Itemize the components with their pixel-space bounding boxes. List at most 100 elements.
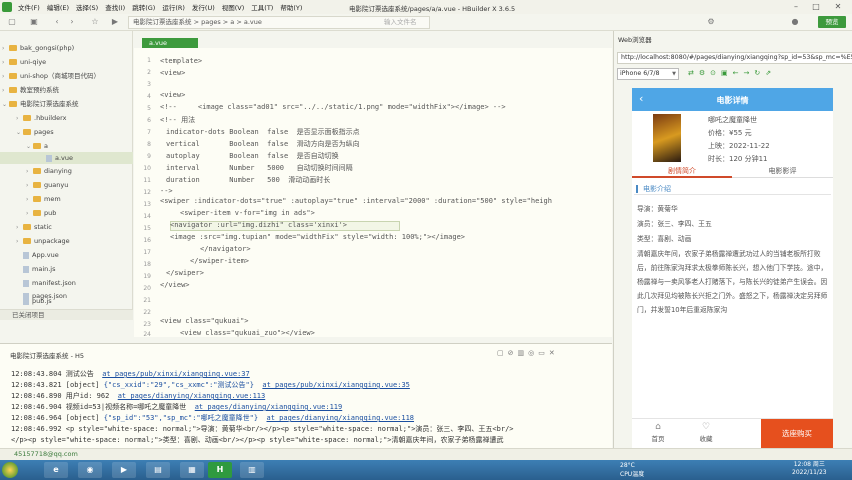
folder-taskbar-icon[interactable]: ▤ xyxy=(146,462,170,478)
tree-item-uni-shop[interactable]: › uni-shop（商城项目代码） xyxy=(0,70,133,82)
system-tray[interactable]: 28°C CPU温度 xyxy=(620,462,644,478)
line-number: 2 xyxy=(147,69,151,76)
menu-publish[interactable]: 发行(U) xyxy=(192,2,215,12)
url-bar[interactable]: http://localhost:8080/#/pages/dianying/x… xyxy=(617,52,852,64)
tree-item-a[interactable]: ⌄ a xyxy=(0,140,133,152)
project-tree: › bak_gongsi(php) › uni-qiye › uni-shop（商城项… xyxy=(0,31,133,309)
tree-item-mem[interactable]: › mem xyxy=(0,193,133,205)
movie-name: 哪吒之魔童降世 xyxy=(708,116,757,124)
tabbar-home[interactable]: ⌂ 首页 xyxy=(638,422,678,443)
source-link[interactable]: at pages/dianying/xiangqing.vue:118 xyxy=(267,414,415,422)
object-preview[interactable]: {"cs_xxid":"29","cs_xxmc":"测试公告"} xyxy=(104,381,254,389)
browser-toolbar-icons[interactable]: ⇄⚙⊙▣←→↻⇗ xyxy=(688,69,776,77)
tree-item-static[interactable]: › static xyxy=(0,221,133,233)
chevron-right-icon: › xyxy=(26,196,29,203)
line-number: 5 xyxy=(147,105,151,112)
tab-reviews[interactable]: 电影影评 xyxy=(732,166,833,178)
console-toolbar-icons[interactable]: ▢⊘▥◎▭✕ xyxy=(497,349,559,357)
console-panel: 电影院订票选座系统 - H5 ▢⊘▥◎▭✕ 12:08:43.804 测试公告 … xyxy=(0,343,612,460)
minimize-icon[interactable]: – xyxy=(788,0,804,14)
tree-item-a-vue[interactable]: a.vue xyxy=(0,152,133,164)
tab-a-vue[interactable]: a.vue xyxy=(142,38,198,48)
tree-item-label: pub xyxy=(44,209,57,217)
tree-item-dianying[interactable]: › dianying xyxy=(0,165,133,177)
tree-item-manifest[interactable]: manifest.json xyxy=(0,277,133,289)
console-title: 电影院订票选座系统 - H5 xyxy=(10,352,85,360)
tree-item-classroom[interactable]: › 教室预约系统 xyxy=(0,84,133,96)
tree-item-unpackage[interactable]: › unpackage xyxy=(0,235,133,247)
back-icon[interactable]: ‹ xyxy=(52,17,62,27)
tree-item-hbuilderx[interactable]: › .hbuilderx xyxy=(0,112,133,124)
menu-edit[interactable]: 编辑(E) xyxy=(47,2,69,12)
line-number: 18 xyxy=(143,261,151,268)
app-taskbar-icon[interactable]: ▦ xyxy=(180,462,204,478)
js-file-icon xyxy=(23,265,29,273)
preview-button[interactable]: 预览 xyxy=(818,16,846,28)
menu-select[interactable]: 选择(S) xyxy=(76,2,98,12)
source-link[interactable]: at pages/dianying/xiangqing.vue:119 xyxy=(195,403,343,411)
object-preview[interactable]: {"sp_id":"53","sp_mc":"哪吒之魔童降世"} xyxy=(104,414,258,422)
vue-file-icon xyxy=(46,154,52,162)
tree-item-pub[interactable]: › pub xyxy=(0,207,133,219)
tree-item-cinema-project[interactable]: ⌄ 电影院订票选座系统 xyxy=(0,98,133,110)
tabbar-label: 收藏 xyxy=(699,435,713,443)
file-search-hint[interactable]: 输入文件名 xyxy=(384,17,417,28)
menu-view[interactable]: 视图(V) xyxy=(222,2,245,12)
device-select[interactable]: iPhone 6/7/8 ▼ xyxy=(617,68,679,80)
closed-projects[interactable]: 已关闭项目 xyxy=(0,309,133,320)
source-link[interactable]: at pages/pub/xinxi/xiangqing.vue:35 xyxy=(262,381,410,389)
tree-item-pages[interactable]: ⌄ pages xyxy=(0,126,133,138)
menu-goto[interactable]: 跳转(G) xyxy=(132,2,155,12)
app2-taskbar-icon[interactable]: ▥ xyxy=(240,462,264,478)
buy-seat-button[interactable]: 选座购买 xyxy=(761,419,833,448)
user-icon[interactable]: ● xyxy=(790,17,800,27)
tree-item-guanyu[interactable]: › guanyu xyxy=(0,179,133,191)
code-line: <image :src="img.tupian" mode="widthFix"… xyxy=(170,233,466,241)
ie-taskbar-icon[interactable]: e xyxy=(44,462,68,478)
menu-find[interactable]: 查找(I) xyxy=(105,2,125,12)
tree-item-label: pages xyxy=(34,128,54,136)
tree-item-main-js[interactable]: main.js xyxy=(0,263,133,275)
tree-item-bak-gongsi[interactable]: › bak_gongsi(php) xyxy=(0,42,133,54)
menu-tools[interactable]: 工具(T) xyxy=(251,2,273,12)
code-line: --> xyxy=(160,187,173,195)
code-line: <swiper-item v-for="img in ads"> xyxy=(180,209,315,217)
tabbar-favorite[interactable]: ♡ 收藏 xyxy=(686,422,726,443)
tree-item-uni-qiye[interactable]: › uni-qiye xyxy=(0,56,133,68)
tree-item-label: dianying xyxy=(44,167,72,175)
star-icon[interactable]: ☆ xyxy=(90,17,100,27)
menu-run[interactable]: 运行(R) xyxy=(162,2,185,12)
clock[interactable]: 12:08 周三 2022/11/23 xyxy=(792,461,827,477)
tree-item-label: guanyu xyxy=(44,181,69,189)
code-line: <template> xyxy=(160,57,203,65)
new-file-icon[interactable]: ▢ xyxy=(7,17,17,27)
close-icon[interactable]: ✕ xyxy=(830,0,846,14)
menu-help[interactable]: 帮助(Y) xyxy=(280,2,302,12)
chrome-taskbar-icon[interactable]: ◉ xyxy=(78,462,102,478)
tree-item-pub-js[interactable]: pub.js xyxy=(23,297,52,305)
start-button-icon[interactable] xyxy=(2,462,18,478)
settings-icon[interactable]: ⚙ xyxy=(706,17,716,27)
actors-text: 演员：张三、李四、王五 xyxy=(637,220,712,228)
run-icon[interactable]: ▶ xyxy=(110,17,120,27)
tree-item-label: static xyxy=(34,223,52,231)
source-link[interactable]: at pages/dianying/xiangqing.vue:113 xyxy=(118,392,266,400)
breadcrumb[interactable]: 电影院订票选座系统 > pages > a > a.vue 输入文件名 xyxy=(128,16,430,29)
code-line: <!-- <image class="ad01" src="../../stat… xyxy=(160,103,506,111)
source-link[interactable]: at pages/pub/xinxi/xiangqing.vue:37 xyxy=(102,370,250,378)
forward-icon[interactable]: › xyxy=(67,17,77,27)
code-editor[interactable]: a.vue 1 2 3 4 5 6 7 8 9 10 11 12 13 14 1… xyxy=(134,31,612,338)
console-text: </p><p style="white-space: normal;">类型：喜… xyxy=(11,436,504,444)
maximize-icon[interactable]: □ xyxy=(808,0,824,14)
tree-item-app-vue[interactable]: App.vue xyxy=(0,249,133,261)
media-taskbar-icon[interactable]: ▶ xyxy=(112,462,136,478)
movie-poster[interactable] xyxy=(653,114,681,162)
console-line: 12:08:46.890 用户id: 962 at pages/dianying… xyxy=(11,391,607,401)
account-email[interactable]: 45157718@qq.com xyxy=(14,450,78,458)
tab-synopsis[interactable]: 剧情简介 xyxy=(632,166,732,178)
menu-file[interactable]: 文件(F) xyxy=(18,2,40,12)
save-icon[interactable]: ▣ xyxy=(29,17,39,27)
code-line: </swiper> xyxy=(166,269,204,277)
tree-item-pages-json[interactable]: pages.json xyxy=(0,290,133,302)
hbuilder-taskbar-icon[interactable]: H xyxy=(208,462,232,478)
